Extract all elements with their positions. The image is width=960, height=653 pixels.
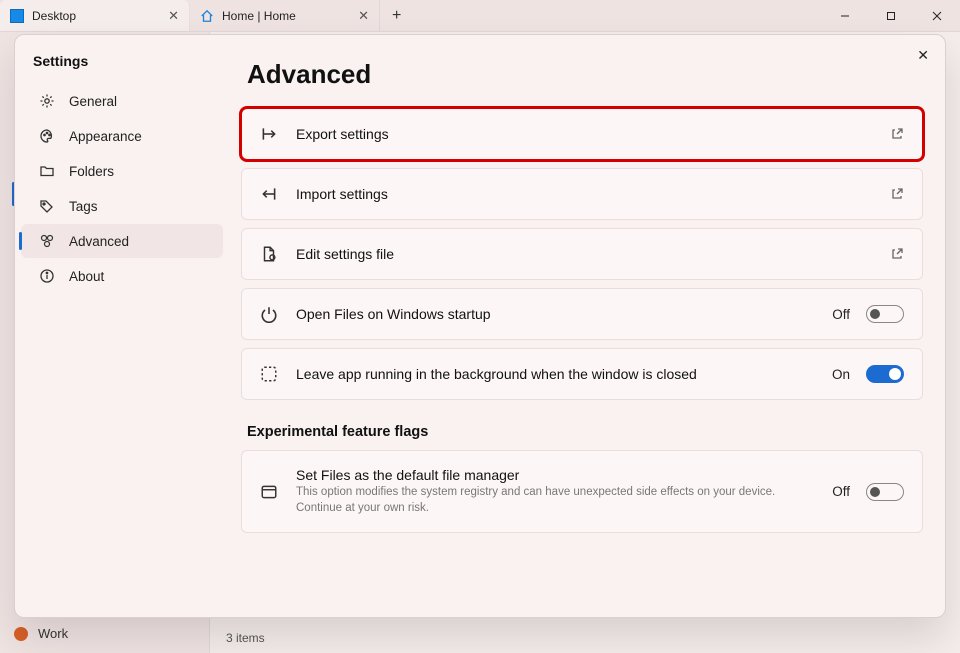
nav-general[interactable]: General (21, 84, 223, 118)
gear-icon (39, 93, 55, 109)
import-icon (260, 185, 278, 203)
page-heading: Advanced (241, 59, 923, 90)
card-title: Set Files as the default file manager (296, 467, 814, 483)
tag-icon (39, 198, 55, 214)
startup-toggle[interactable] (866, 305, 904, 323)
window-controls (822, 0, 960, 31)
tab-home[interactable]: Home | Home ✕ (190, 0, 380, 31)
palette-icon (39, 128, 55, 144)
file-edit-icon (260, 245, 278, 263)
card-label: Edit settings file (296, 246, 394, 262)
new-tab-button[interactable]: + (380, 0, 413, 31)
card-label: Open Files on Windows startup (296, 306, 491, 322)
default-file-manager-row[interactable]: Set Files as the default file manager Th… (241, 450, 923, 533)
minimize-button[interactable] (822, 0, 868, 31)
default-manager-toggle[interactable] (866, 483, 904, 501)
run-in-background-row[interactable]: Leave app running in the background when… (241, 348, 923, 400)
edit-settings-file-row[interactable]: Edit settings file (241, 228, 923, 280)
titlebar: Desktop ✕ Home | Home ✕ + (0, 0, 960, 32)
nav-label: General (69, 94, 117, 109)
nav-label: About (69, 269, 104, 284)
nav-about[interactable]: About (21, 259, 223, 293)
bg-sidebar-work[interactable]: Work (0, 620, 209, 647)
nav-appearance[interactable]: Appearance (21, 119, 223, 153)
nav-label: Advanced (69, 234, 129, 249)
experimental-heading: Experimental feature flags (247, 424, 923, 440)
open-external-icon (890, 127, 904, 141)
nav-label: Appearance (69, 129, 142, 144)
nav-tags[interactable]: Tags (21, 189, 223, 223)
nav-label: Folders (69, 164, 114, 179)
settings-nav: Settings General Appearance Folders Tags… (15, 35, 229, 617)
toggle-state: Off (832, 484, 850, 499)
advanced-icon (39, 233, 55, 249)
tab-desktop[interactable]: Desktop ✕ (0, 0, 190, 31)
close-icon[interactable]: ✕ (358, 8, 369, 24)
tab-label: Home | Home (222, 9, 350, 23)
card-label: Export settings (296, 126, 389, 142)
dialog-close-button[interactable]: ✕ (917, 47, 929, 64)
card-label: Leave app running in the background when… (296, 366, 697, 382)
info-icon (39, 268, 55, 284)
open-external-icon (890, 187, 904, 201)
bg-item-label: Work (38, 626, 68, 641)
import-settings-row[interactable]: Import settings (241, 168, 923, 220)
dialog-title: Settings (15, 49, 229, 83)
maximize-button[interactable] (868, 0, 914, 31)
app-icon (10, 9, 24, 23)
settings-content: Advanced Export settings Import settings… (229, 35, 945, 617)
open-external-icon (890, 247, 904, 261)
nav-advanced[interactable]: Advanced (21, 224, 223, 258)
open-on-startup-row[interactable]: Open Files on Windows startup Off (241, 288, 923, 340)
status-bar-text: 3 items (226, 631, 265, 645)
toggle-state: On (832, 367, 850, 382)
nav-label: Tags (69, 199, 98, 214)
nav-folders[interactable]: Folders (21, 154, 223, 188)
tab-label: Desktop (32, 9, 160, 23)
power-icon (260, 305, 278, 323)
work-dot-icon (14, 627, 28, 641)
card-description: This option modifies the system registry… (296, 485, 814, 516)
home-icon (200, 9, 214, 23)
folder-icon (39, 163, 55, 179)
close-icon[interactable]: ✕ (168, 8, 179, 24)
background-toggle[interactable] (866, 365, 904, 383)
settings-dialog: ✕ Settings General Appearance Folders Ta… (14, 34, 946, 618)
window-close-button[interactable] (914, 0, 960, 31)
background-icon (260, 365, 278, 383)
card-label: Import settings (296, 186, 388, 202)
export-icon (260, 125, 278, 143)
export-settings-row[interactable]: Export settings (241, 108, 923, 160)
toggle-state: Off (832, 307, 850, 322)
file-manager-icon (260, 483, 278, 501)
